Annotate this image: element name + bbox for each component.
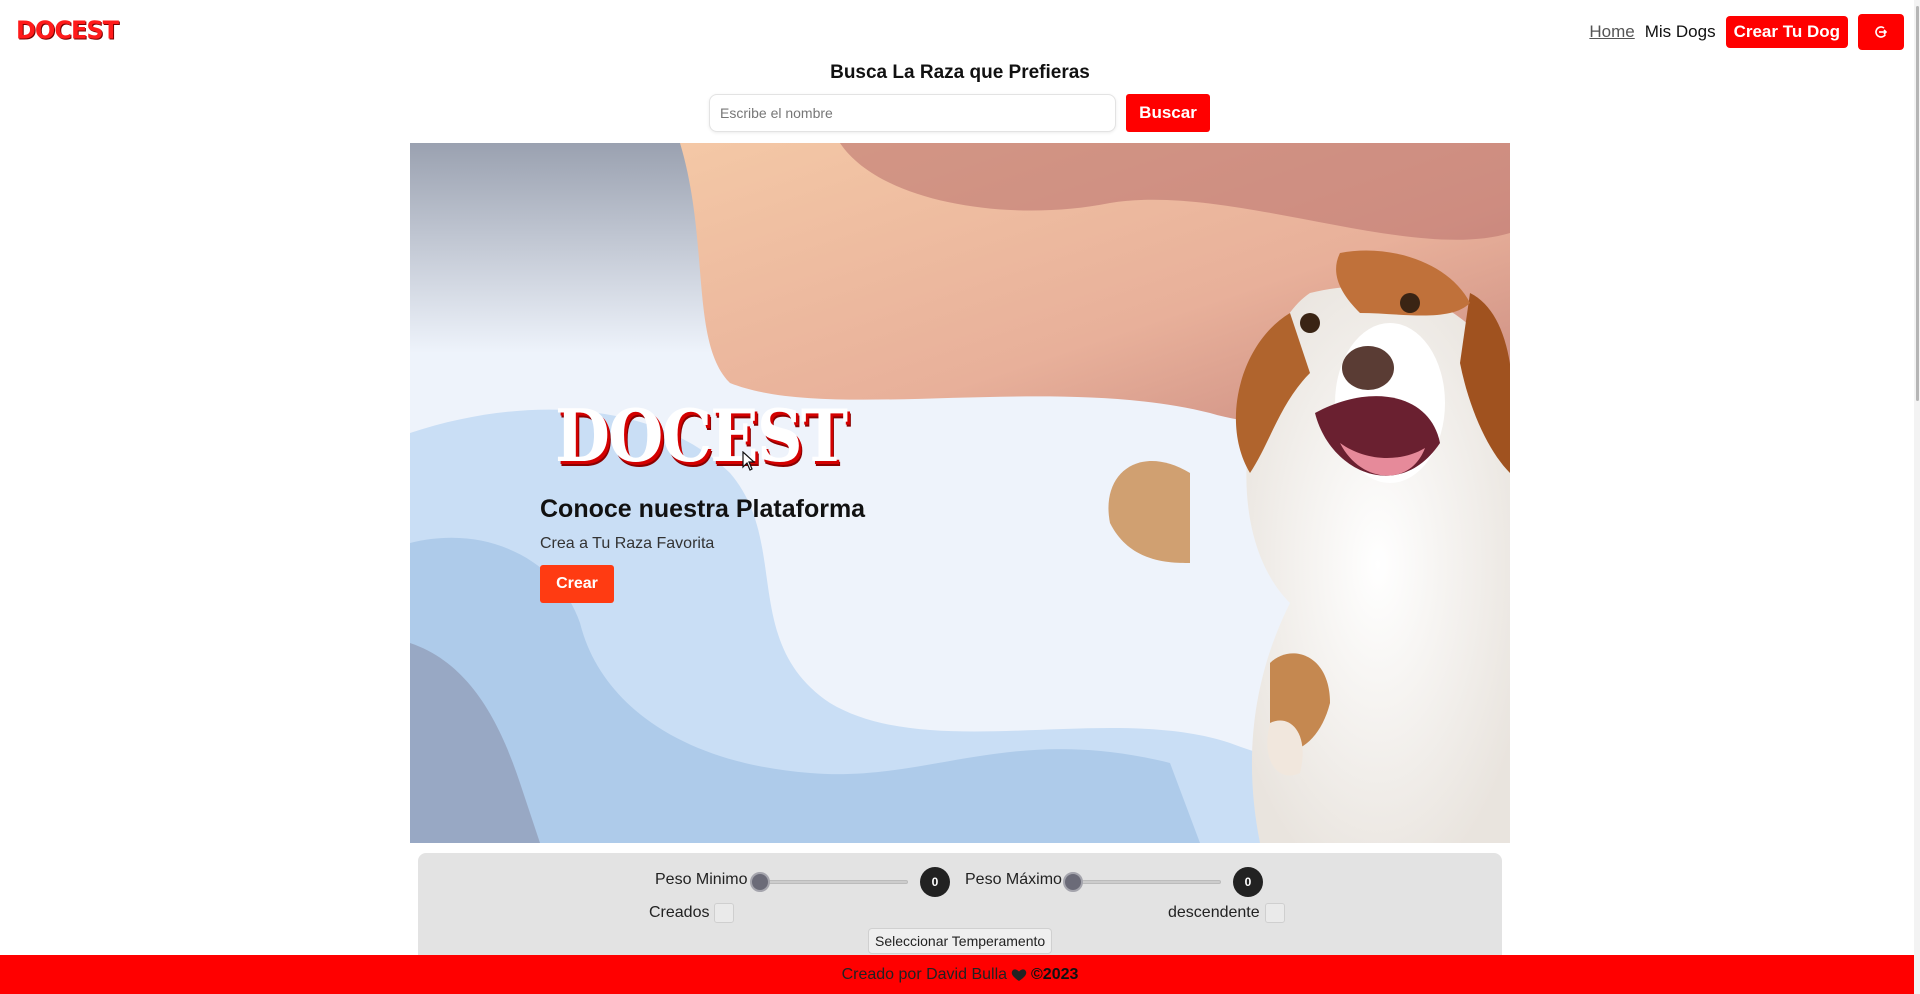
descendente-label: descendente	[1168, 904, 1260, 921]
peso-minimo-value: 0	[920, 867, 950, 897]
logout-button[interactable]	[1858, 14, 1904, 50]
hero-crear-button[interactable]: Crear	[540, 565, 614, 603]
heart-icon	[1011, 968, 1027, 981]
footer: Creado por David Bulla ©2023	[0, 955, 1920, 994]
hero-banner: DOCEST Conoce nuestra Plataforma Crea a …	[410, 143, 1510, 843]
peso-maximo-value: 0	[1233, 867, 1263, 897]
hero-logo: DOCEST	[555, 393, 848, 478]
search-title: Busca La Raza que Prefieras	[830, 62, 1090, 83]
search-bar: Buscar	[709, 94, 1210, 132]
hero-background-image	[410, 143, 1510, 843]
seleccionar-temperamento-button[interactable]: Seleccionar Temperamento	[868, 928, 1053, 954]
peso-maximo-label: Peso Máximo	[965, 871, 1062, 888]
creados-checkbox[interactable]	[714, 903, 734, 923]
nav-home-link[interactable]: Home	[1589, 22, 1634, 42]
footer-credit: Creado por David Bulla	[841, 965, 1008, 983]
hero-title: Conoce nuestra Plataforma	[540, 495, 866, 523]
main-nav: Home Mis Dogs Crear Tu Dog	[1589, 14, 1904, 50]
descendente-checkbox[interactable]	[1265, 903, 1285, 923]
hero-subtitle: Crea a Tu Raza Favorita	[540, 535, 715, 552]
slider-track	[754, 880, 908, 884]
creados-label: Creados	[649, 904, 710, 921]
peso-minimo-label: Peso Minimo	[655, 871, 748, 888]
logout-icon	[1875, 26, 1888, 38]
nav-mis-dogs-link[interactable]: Mis Dogs	[1645, 22, 1716, 42]
scrollbar-thumb[interactable]	[1916, 6, 1919, 401]
logo[interactable]: DOCEST	[16, 15, 119, 44]
slider-thumb[interactable]	[750, 872, 770, 892]
search-input[interactable]	[709, 94, 1116, 132]
slider-thumb[interactable]	[1063, 872, 1083, 892]
filters-panel: Peso Minimo 0 Peso Máximo 0 Creados desc…	[418, 853, 1502, 963]
peso-minimo-slider[interactable]	[750, 871, 908, 893]
slider-track	[1067, 880, 1221, 884]
mouse-cursor-icon	[742, 451, 756, 471]
nav-crear-tu-dog-button[interactable]: Crear Tu Dog	[1725, 16, 1848, 48]
peso-maximo-slider[interactable]	[1063, 871, 1221, 893]
search-button[interactable]: Buscar	[1126, 94, 1210, 132]
page-scrollbar[interactable]	[1914, 0, 1920, 994]
footer-copyright: ©2023	[1031, 965, 1079, 983]
